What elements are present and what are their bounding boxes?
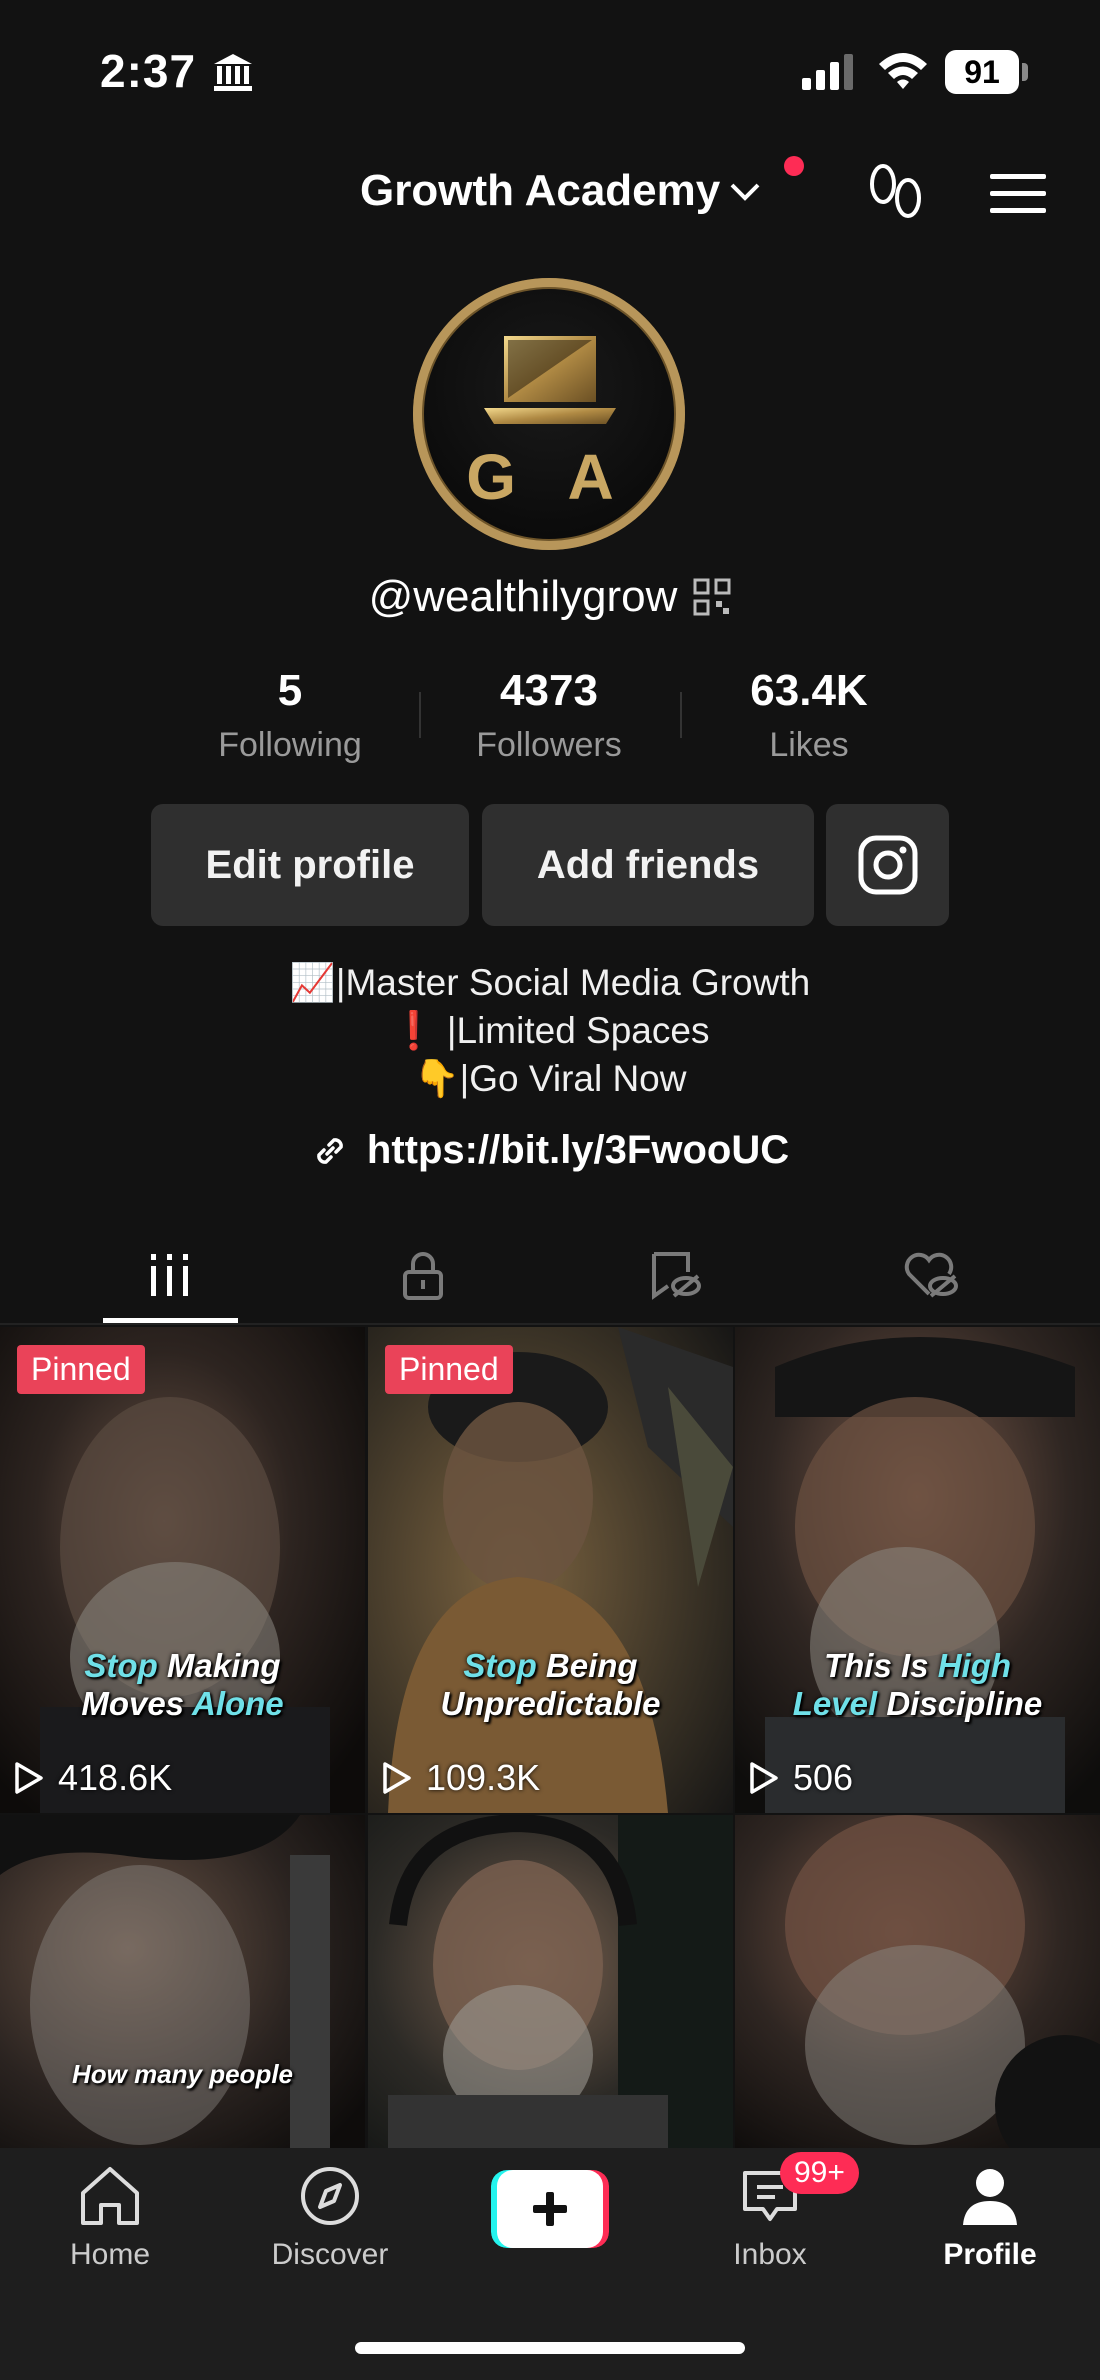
video-thumbnail: [0, 1815, 365, 2148]
tab-private[interactable]: [298, 1230, 548, 1320]
nav-home[interactable]: Home: [30, 2165, 190, 2272]
status-time: 2:37: [100, 45, 197, 97]
instagram-icon: [858, 835, 917, 895]
video-thumbnail: [368, 1327, 733, 1813]
video-caption: Stop Being Unpredictable: [440, 1647, 661, 1722]
tab-reposts[interactable]: [550, 1230, 800, 1320]
pinned-badge: Pinned: [17, 1345, 145, 1394]
notification-dot: [784, 156, 804, 176]
compass-icon: [301, 2167, 359, 2225]
username: @wealthilygrow: [368, 572, 678, 621]
nav-discover[interactable]: Discover: [250, 2165, 410, 2272]
video-caption: Stop Making Moves Alone: [81, 1647, 284, 1722]
bio-link[interactable]: https://bit.ly/3FwooUC: [0, 1128, 1100, 1173]
stat-likes[interactable]: 63.4K Likes: [709, 666, 909, 765]
account-name: Growth Academy: [360, 166, 721, 215]
wifi-icon: [879, 53, 927, 89]
video-tile[interactable]: [735, 1815, 1100, 2148]
video-caption: How many people: [71, 2059, 294, 2089]
play-icon: [383, 1762, 411, 1794]
video-thumbnail: [735, 1327, 1100, 1813]
lock-icon: [403, 1252, 443, 1300]
video-thumbnail: [368, 1815, 733, 2148]
bio-line: 📈|Master Social Media Growth: [289, 962, 811, 1003]
hidden-repost-icon: [652, 1252, 701, 1300]
grid-icon: [151, 1254, 188, 1296]
nav-profile[interactable]: Profile: [910, 2165, 1070, 2272]
play-icon: [15, 1762, 43, 1794]
tab-videos[interactable]: [45, 1230, 295, 1320]
profile-icon: [963, 2169, 1017, 2225]
avatar-logo-text: G A: [466, 441, 632, 513]
footprint-icon[interactable]: [864, 162, 928, 224]
stat-label: Likes: [769, 726, 849, 764]
laptop-logo-icon: [484, 336, 616, 424]
nav-profile-label: Profile: [943, 2238, 1037, 2271]
video-tile[interactable]: This Is High Level Discipline 506: [735, 1327, 1100, 1813]
video-tile[interactable]: Pinned Stop Being Unpredictable 109.3K: [368, 1327, 733, 1813]
menu-icon[interactable]: [990, 172, 1046, 216]
qr-code-icon[interactable]: [693, 578, 731, 616]
tab-liked[interactable]: [805, 1230, 1055, 1320]
video-thumbnail: [0, 1327, 365, 1813]
battery-tip: [1022, 63, 1028, 81]
account-switcher[interactable]: Growth Academy: [360, 166, 762, 216]
stat-followers[interactable]: 4373 Followers: [449, 666, 649, 765]
bio-line: 👇|Go Viral Now: [413, 1058, 687, 1099]
nav-discover-label: Discover: [271, 2238, 389, 2271]
video-thumbnail: [735, 1815, 1100, 2148]
signal-icon: [802, 54, 853, 90]
home-indicator: [355, 2342, 745, 2354]
instagram-button[interactable]: [826, 804, 949, 926]
stat-value: 4373: [500, 666, 598, 715]
username-row: @wealthilygrow: [0, 572, 1100, 622]
video-tile[interactable]: How many people: [0, 1815, 365, 2148]
create-button[interactable]: [491, 2170, 609, 2248]
stat-divider: [680, 692, 682, 738]
bio-line: ❗ |Limited Spaces: [390, 1010, 710, 1051]
edit-profile-button[interactable]: Edit profile: [151, 804, 469, 926]
video-tile[interactable]: Pinned Stop Making Moves Alone 418.6K: [0, 1327, 365, 1813]
bio-link-text: https://bit.ly/3FwooUC: [366, 1128, 790, 1172]
tabs-divider: [0, 1323, 1100, 1325]
stat-divider: [419, 692, 421, 738]
stat-value: 63.4K: [750, 666, 868, 715]
link-icon: [317, 1137, 343, 1164]
video-tile[interactable]: [368, 1815, 733, 2148]
view-count: 109.3K: [382, 1757, 540, 1799]
stat-label: Following: [218, 726, 362, 764]
play-icon: [750, 1762, 778, 1794]
bank-icon: [214, 54, 252, 91]
nav-inbox-label: Inbox: [733, 2238, 807, 2271]
stat-following[interactable]: 5 Following: [190, 666, 390, 765]
video-caption: This Is High Level Discipline: [792, 1647, 1043, 1722]
inbox-badge: 99+: [780, 2152, 859, 2194]
battery-indicator: 91: [945, 50, 1019, 94]
pinned-badge: Pinned: [385, 1345, 513, 1394]
nav-home-label: Home: [69, 2238, 151, 2271]
hidden-heart-icon: [904, 1252, 958, 1298]
stat-label: Followers: [476, 726, 622, 764]
view-count: 506: [749, 1757, 853, 1799]
view-count: 418.6K: [14, 1757, 172, 1799]
add-friends-button[interactable]: Add friends: [482, 804, 814, 926]
home-icon: [81, 2167, 139, 2225]
chevron-down-icon: [730, 183, 760, 201]
stat-value: 5: [277, 666, 303, 715]
